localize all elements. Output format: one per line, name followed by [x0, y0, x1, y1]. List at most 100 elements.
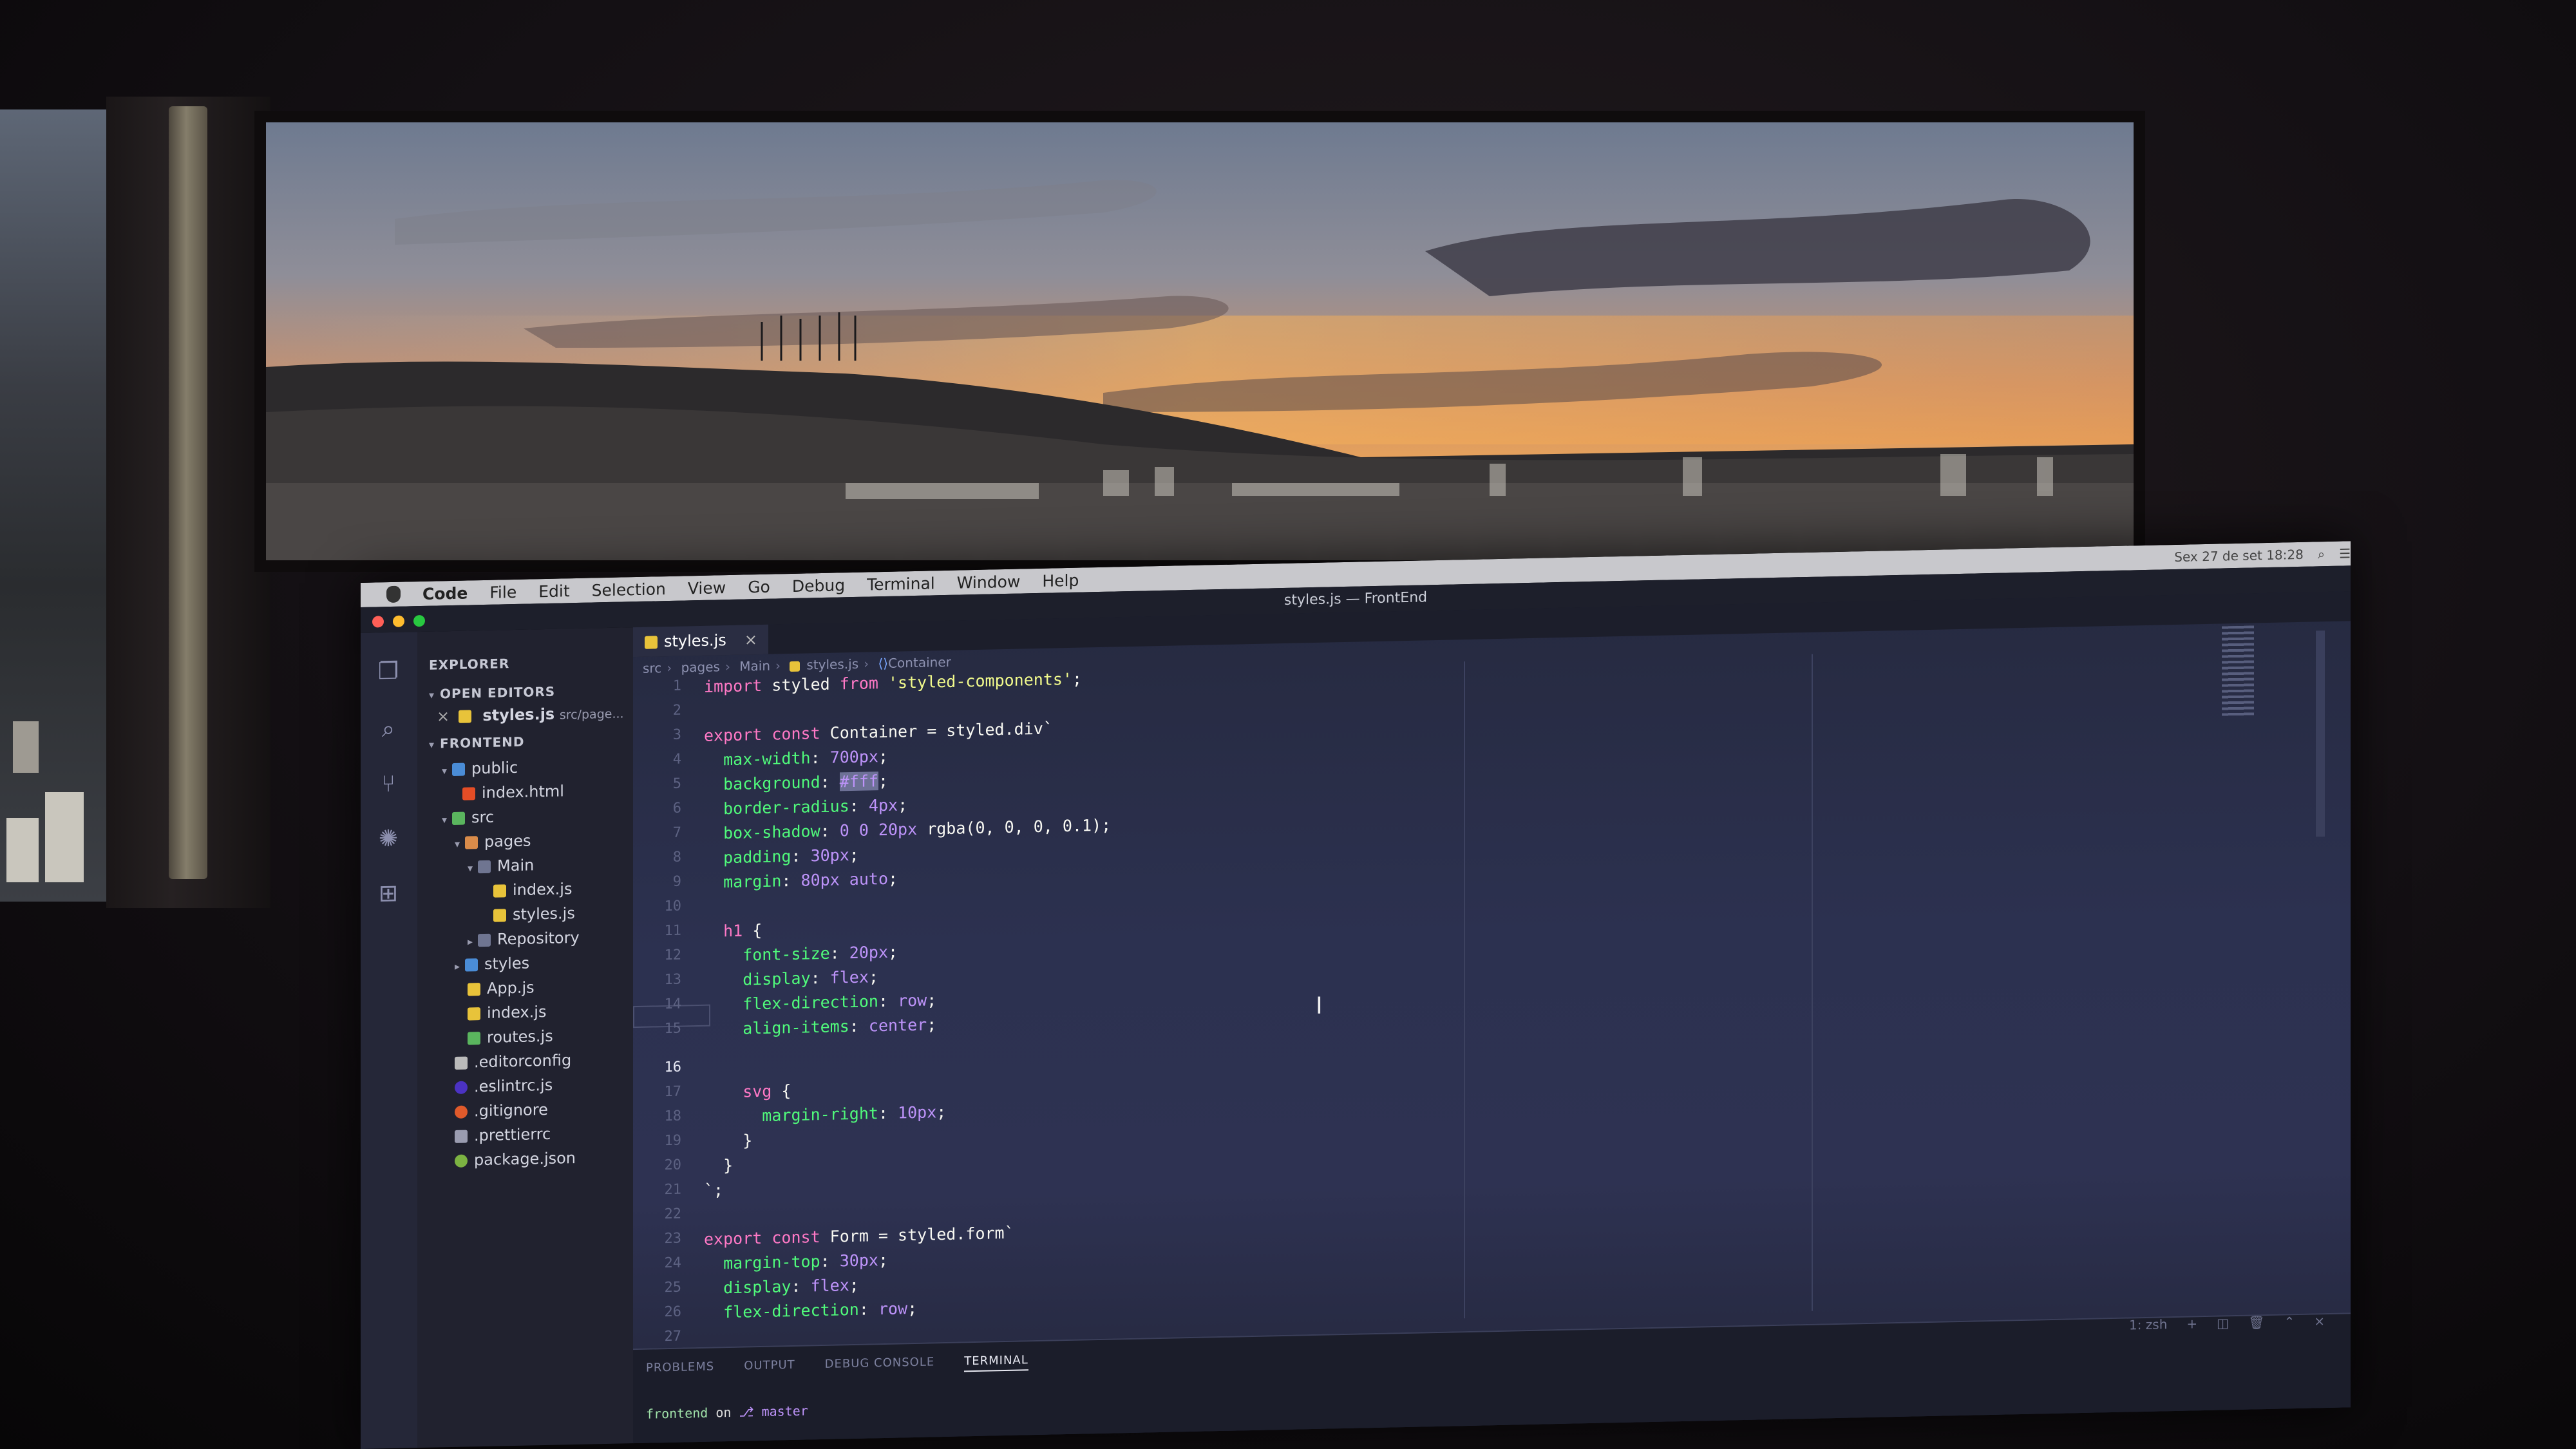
code-line-23: export const Form = styled.form` — [704, 1223, 1014, 1249]
js-file-icon — [468, 983, 480, 996]
menu-go[interactable]: Go — [748, 577, 770, 596]
line-number: 4 — [672, 751, 681, 768]
open-editor-item[interactable]: × styles.js src/page... — [437, 703, 624, 726]
line-number: 5 — [672, 775, 681, 792]
tree-item[interactable]: index.html — [462, 782, 564, 802]
menu-code[interactable]: Code — [422, 583, 468, 603]
folder-icon — [465, 836, 478, 849]
source-control-icon[interactable]: ⑂ — [375, 771, 402, 799]
tree-item[interactable]: styles.js — [493, 904, 575, 924]
tree-item-label: .eslintrc.js — [474, 1075, 553, 1096]
code-line-19: } — [704, 1131, 753, 1151]
minimize-window-button[interactable] — [393, 615, 404, 627]
tree-item[interactable]: ▸ styles — [455, 954, 529, 974]
close-window-button[interactable] — [372, 616, 384, 628]
code-content[interactable]: import styled from 'styled-components'; … — [704, 670, 1111, 1322]
line-number: 20 — [664, 1157, 682, 1174]
light-reflection — [169, 106, 207, 879]
apple-icon[interactable] — [386, 585, 401, 603]
tree-item[interactable]: .editorconfig — [455, 1051, 571, 1072]
tab-problems[interactable]: PROBLEMS — [646, 1359, 714, 1378]
clock[interactable]: Sex 27 de set 18:28 — [2174, 547, 2304, 565]
project-header[interactable]: ▾ FRONTEND — [429, 734, 524, 752]
search-icon[interactable]: ⌕ — [375, 716, 402, 744]
close-panel-icon[interactable]: × — [2314, 1313, 2325, 1329]
menu-view[interactable]: View — [688, 578, 726, 598]
minimap[interactable] — [2222, 625, 2254, 717]
tree-item-label: .prettierrc — [474, 1124, 551, 1145]
code-editor[interactable]: styles.js × src › pages › Main › styles.js › … — [633, 591, 2351, 1447]
tab-output[interactable]: OUTPUT — [744, 1358, 795, 1377]
menu-edit[interactable]: Edit — [538, 582, 569, 601]
breadcrumb-item[interactable]: pages — [681, 659, 720, 675]
line-number: 2 — [672, 702, 681, 719]
breadcrumb-item[interactable]: Container — [888, 654, 951, 671]
left-window-city-view — [0, 109, 111, 902]
tree-item[interactable]: index.js — [493, 880, 572, 900]
tree-item[interactable]: .gitignore — [455, 1101, 548, 1121]
chevron-up-icon[interactable]: ⌃ — [2284, 1314, 2295, 1329]
code-line-25: display: flex; — [704, 1275, 859, 1298]
code-line-26: flex-direction: row; — [704, 1298, 918, 1322]
tree-item[interactable]: .eslintrc.js — [455, 1076, 553, 1096]
tree-item[interactable]: ▾ public — [442, 759, 518, 778]
tree-item[interactable]: index.js — [468, 1003, 546, 1023]
menu-terminal[interactable]: Terminal — [867, 574, 935, 594]
line-number: 21 — [664, 1181, 682, 1198]
tree-item-label: styles.js — [513, 904, 575, 924]
line-number: 1 — [672, 677, 681, 694]
menu-debug[interactable]: Debug — [792, 576, 845, 596]
menu-help[interactable]: Help — [1042, 571, 1079, 590]
explorer-sidebar: EXPLORER ▾ OPEN EDITORS × styles.js src/p… — [417, 627, 633, 1449]
menu-selection[interactable]: Selection — [592, 580, 666, 600]
terminal-prompt[interactable]: frontend on ⎇ master — [646, 1403, 808, 1421]
extensions-icon[interactable]: ⊞ — [375, 880, 402, 908]
js-file-icon — [790, 661, 800, 672]
open-editor-path: src/page... — [559, 706, 624, 723]
vertical-scrollbar[interactable] — [2316, 630, 2325, 837]
open-editors-header[interactable]: ▾ OPEN EDITORS — [429, 684, 555, 702]
tab-debug-console[interactable]: DEBUG CONSOLE — [825, 1355, 935, 1375]
tree-item[interactable]: .prettierrc — [455, 1125, 551, 1145]
code-line-7: box-shadow: 0 0 20px rgba(0, 0, 0, 0.1); — [704, 815, 1112, 843]
tree-item[interactable]: package.json — [455, 1149, 576, 1170]
files-icon[interactable]: ❐ — [375, 658, 402, 686]
line-number: 24 — [664, 1255, 682, 1272]
folder-icon — [452, 762, 466, 777]
code-line-11: h1 { — [704, 920, 762, 941]
breadcrumb-item[interactable]: styles.js — [806, 656, 858, 673]
ruler — [1812, 654, 1813, 1311]
tree-item[interactable]: routes.js — [468, 1027, 553, 1047]
eslint-file-icon — [455, 1081, 468, 1094]
trash-icon[interactable]: 🗑 — [2248, 1314, 2264, 1331]
code-line-15: align-items: center; — [704, 1015, 937, 1039]
code-line-14: flex-direction: row; — [704, 990, 937, 1014]
breadcrumb-item[interactable]: src — [643, 660, 661, 676]
maximize-window-button[interactable] — [413, 614, 425, 627]
selected-text: #fff — [839, 772, 878, 791]
terminal-select[interactable]: 1: zsh — [2129, 1316, 2167, 1332]
breadcrumb-item[interactable]: Main — [739, 658, 770, 674]
debug-icon[interactable]: ✺ — [375, 826, 402, 853]
menu-file[interactable]: File — [489, 582, 516, 601]
menu-list-icon[interactable]: ☰ — [2339, 545, 2351, 561]
js-file-icon — [458, 710, 471, 723]
tree-item[interactable]: ▾ pages — [455, 831, 531, 851]
code-line-12: font-size: 20px; — [704, 942, 898, 965]
close-icon[interactable]: × — [437, 707, 450, 725]
tree-item[interactable]: App.js — [468, 978, 535, 998]
folder-icon — [465, 958, 478, 972]
tree-item[interactable]: ▾ Main — [468, 856, 534, 875]
tree-item[interactable]: ▸ Repository — [468, 929, 580, 949]
panel-tabs: PROBLEMS OUTPUT DEBUG CONSOLE TERMINAL — [646, 1353, 1028, 1378]
search-icon[interactable]: ⌕ — [2318, 546, 2325, 562]
code-line-24: margin-top: 30px; — [704, 1250, 889, 1273]
menu-window[interactable]: Window — [957, 572, 1021, 592]
tab-styles-js[interactable]: styles.js × — [633, 624, 768, 658]
tab-terminal[interactable]: TERMINAL — [964, 1353, 1028, 1372]
sunset-landscape — [266, 122, 2134, 560]
tree-item[interactable]: ▾ src — [442, 808, 494, 828]
close-tab-icon[interactable]: × — [744, 630, 757, 649]
split-terminal-icon[interactable]: ◫ — [2217, 1315, 2229, 1331]
add-terminal-icon[interactable]: + — [2186, 1316, 2197, 1331]
